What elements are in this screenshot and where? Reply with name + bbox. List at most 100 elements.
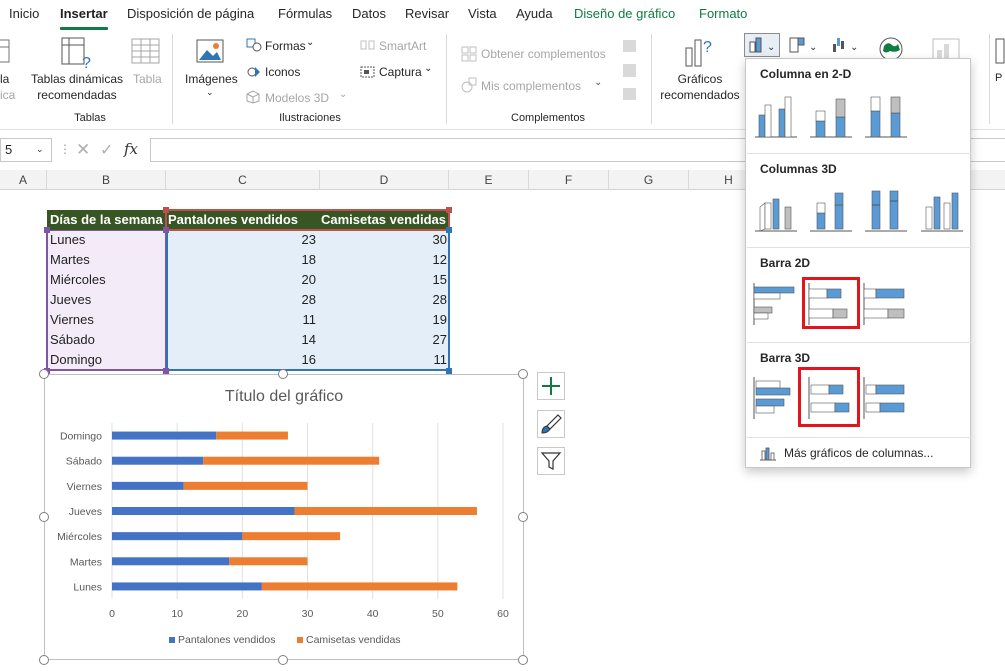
pivot-recommended-label-2[interactable]: recomendadas [29, 88, 125, 102]
chart-resize-handle[interactable] [39, 655, 49, 665]
sparkline-icon[interactable] [995, 38, 1005, 69]
column-header-b[interactable]: B [47, 170, 166, 190]
cell-pants[interactable]: 18 [166, 250, 316, 270]
range-handle[interactable] [446, 227, 452, 233]
chart-resize-handle[interactable] [39, 512, 49, 522]
hierarchy-chart-button[interactable]: ⌄ [788, 36, 820, 59]
cell-pants[interactable]: 14 [166, 330, 316, 350]
smartart-button[interactable]: SmartArt [379, 39, 426, 53]
chart-resize-handle[interactable] [39, 369, 49, 379]
chart-area[interactable]: Título del gráfico 0 10 20 30 40 50 60 Lunes Mart… [44, 374, 524, 660]
chart-resize-handle[interactable] [518, 512, 528, 522]
column-header-e[interactable]: E [449, 170, 529, 190]
icons-button[interactable]: Iconos [265, 65, 300, 79]
pivot-recommended-label-1[interactable]: Tablas dinámicas [29, 72, 125, 86]
cell-day[interactable]: Martes [50, 250, 164, 270]
column-header-a[interactable]: A [0, 170, 47, 190]
recommended-pivot-icon[interactable]: ? [60, 36, 94, 73]
screenshot-dropdown-icon[interactable]: ⌄ [424, 63, 432, 74]
cell-pants[interactable]: 23 [166, 230, 316, 250]
cell-shirts[interactable]: 19 [320, 310, 447, 330]
name-box[interactable]: 5 [0, 138, 52, 162]
shapes-dropdown-icon[interactable]: ⌄ [306, 37, 314, 48]
my-addins-dropdown-icon[interactable]: ⌄ [594, 77, 602, 88]
3d-models-button[interactable]: Modelos 3D [265, 91, 329, 105]
cell-shirts[interactable]: 15 [320, 270, 447, 290]
confirm-entry-icon[interactable]: ✓ [100, 140, 113, 160]
3d-clustered-bar-option[interactable] [752, 373, 800, 421]
cell-shirts[interactable]: 11 [320, 350, 448, 370]
images-label[interactable]: Imágenes [185, 72, 238, 86]
column-header-f[interactable]: F [529, 170, 609, 190]
insert-function-icon[interactable]: fx [124, 140, 138, 158]
3d-clustered-column-option[interactable] [752, 185, 800, 233]
recommended-charts-icon[interactable]: ? [684, 36, 718, 71]
clustered-bar-option[interactable] [752, 279, 800, 327]
chart-resize-handle[interactable] [278, 655, 288, 665]
recommended-charts-label-1[interactable]: Gráficos [652, 72, 748, 86]
tab-inicio[interactable]: Inicio [9, 6, 39, 21]
column-header-d[interactable]: D [320, 170, 449, 190]
cell-day[interactable]: Lunes [50, 230, 164, 250]
chart-resize-handle[interactable] [278, 369, 288, 379]
chart-resize-handle[interactable] [518, 655, 528, 665]
chart-filters-button[interactable] [537, 447, 565, 475]
people-graph-icon[interactable] [622, 38, 638, 103]
range-handle[interactable] [44, 227, 50, 233]
name-box-dropdown-icon[interactable]: ⌄ [36, 144, 44, 155]
pivot-table-icon[interactable] [0, 38, 10, 69]
3d-stacked-column-option[interactable] [807, 185, 855, 233]
images-dropdown-icon[interactable]: ⌄ [206, 87, 214, 98]
chart-elements-button[interactable] [537, 372, 565, 400]
3d-100-stacked-bar-option[interactable] [862, 373, 910, 421]
waterfall-chart-button[interactable]: ⌄ [830, 36, 862, 59]
more-options-icon[interactable]: ⋮ [59, 142, 71, 156]
more-column-charts-link[interactable]: Más gráficos de columnas... [784, 446, 933, 460]
stacked-bar-chart[interactable]: Título del gráfico 0 10 20 30 40 50 60 Lunes Mart… [45, 375, 523, 659]
tab-ayuda[interactable]: Ayuda [516, 6, 553, 21]
cell-day[interactable]: Jueves [50, 290, 164, 310]
shapes-button[interactable]: Formas [265, 39, 306, 53]
tab-formulas[interactable]: Fórmulas [278, 6, 332, 21]
cell-pants[interactable]: 20 [166, 270, 316, 290]
range-handle[interactable] [163, 207, 169, 213]
clustered-column-option[interactable] [752, 91, 800, 139]
recommended-charts-label-2[interactable]: recomendados [652, 88, 748, 102]
cell-pants[interactable]: 16 [166, 350, 316, 370]
tab-datos[interactable]: Datos [352, 6, 386, 21]
table-header-days[interactable]: Días de la semana [47, 210, 165, 230]
table-button-label[interactable]: Tabla [133, 72, 162, 86]
3d-models-dropdown-icon[interactable]: ⌄ [339, 89, 347, 100]
cell-day[interactable]: Domingo [50, 350, 164, 370]
images-icon[interactable] [196, 38, 226, 69]
column-chart-button[interactable]: ⌄ [744, 33, 780, 57]
tab-diseno-grafico[interactable]: Diseño de gráfico [574, 6, 675, 21]
column-header-g[interactable]: G [609, 170, 689, 190]
stacked-column-option[interactable] [807, 91, 855, 139]
100-stacked-bar-option[interactable] [862, 279, 910, 327]
cancel-entry-icon[interactable]: ✕ [76, 140, 90, 160]
range-handle[interactable] [163, 227, 169, 233]
get-addins-button[interactable]: Obtener complementos [481, 47, 606, 61]
cell-day[interactable]: Sábado [50, 330, 164, 350]
table-icon[interactable] [131, 38, 161, 69]
chart-title[interactable]: Título del gráfico [225, 388, 343, 405]
tab-formato[interactable]: Formato [699, 6, 747, 21]
cell-shirts[interactable]: 30 [320, 230, 447, 250]
tab-revisar[interactable]: Revisar [405, 6, 449, 21]
my-addins-button[interactable]: Mis complementos [481, 79, 581, 93]
tab-disposicion-pagina[interactable]: Disposición de página [127, 6, 254, 21]
column-header-c[interactable]: C [166, 170, 320, 190]
cell-pants[interactable]: 11 [166, 310, 317, 330]
cell-shirts[interactable]: 27 [320, 330, 447, 350]
range-handle[interactable] [446, 207, 452, 213]
cell-pants[interactable]: 28 [166, 290, 316, 310]
chart-styles-button[interactable] [537, 410, 565, 438]
3d-100-stacked-column-option[interactable] [862, 185, 910, 233]
cell-day[interactable]: Miércoles [50, 270, 164, 290]
3d-column-option[interactable] [918, 185, 966, 233]
screenshot-button[interactable]: Captura [379, 65, 422, 79]
tab-vista[interactable]: Vista [468, 6, 497, 21]
chart-resize-handle[interactable] [518, 369, 528, 379]
cell-shirts[interactable]: 12 [320, 250, 447, 270]
